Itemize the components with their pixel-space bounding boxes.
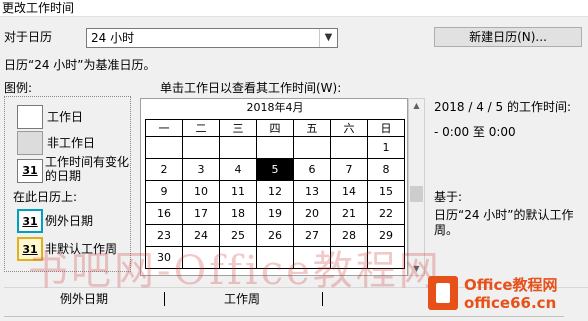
- calendar-empty-cell: [219, 136, 257, 159]
- calendar-for-label: 对于日历: [4, 30, 53, 44]
- calendar-day[interactable]: 26: [256, 224, 294, 247]
- calendar-day[interactable]: 29: [367, 224, 405, 247]
- calendar-day[interactable]: 12: [256, 180, 294, 203]
- on-this-calendar-label: 在此日历上:: [13, 190, 78, 204]
- scroll-thumb[interactable]: [410, 186, 423, 202]
- window-title: 更改工作时间: [2, 1, 75, 15]
- calendar-empty-cell: [219, 246, 257, 269]
- calendar-empty-cell: [256, 246, 294, 269]
- calendar-day[interactable]: 16: [145, 202, 183, 225]
- weekday-header: 四: [256, 119, 294, 137]
- calendar-day[interactable]: 15: [367, 180, 405, 203]
- calendar-empty-cell: [293, 246, 331, 269]
- tab-separator: [322, 292, 323, 306]
- calendar-day[interactable]: 13: [293, 180, 331, 203]
- weekday-header: 二: [182, 119, 220, 137]
- tab-work-weeks[interactable]: 工作周: [224, 291, 260, 307]
- working-day-swatch: [17, 105, 43, 129]
- calendar-day[interactable]: 2: [145, 158, 183, 181]
- calendar-day[interactable]: 14: [330, 180, 368, 203]
- calendar-day[interactable]: 10: [182, 180, 220, 203]
- calendar-empty-cell: [367, 246, 405, 269]
- calendar-day[interactable]: 8: [367, 158, 405, 181]
- legend-non-working-day: 非工作日: [47, 136, 96, 150]
- working-times-heading: 2018 / 4 / 5 的工作时间:: [434, 100, 572, 114]
- calendar-day[interactable]: 9: [145, 180, 183, 203]
- scroll-down-icon[interactable]: ▼: [409, 264, 424, 273]
- calendar-view[interactable]: 2018年4月 一二三四五六日 1 2 3 4 5 6 7 8 9 10 11 12 13 14 15 16 1…: [140, 98, 408, 276]
- calendar-empty-cell: [145, 136, 183, 159]
- weekday-header: 一: [145, 119, 183, 137]
- tab-exceptions[interactable]: 例外日期: [60, 291, 108, 307]
- based-on-text: 日历“24 小时”的默认工作周。: [434, 208, 574, 237]
- non-working-day-swatch: [17, 131, 43, 155]
- calendar-empty-cell: [330, 246, 368, 269]
- brand-line2: office66.cn: [464, 294, 557, 312]
- calendar-day[interactable]: 24: [182, 224, 220, 247]
- calendar-day[interactable]: 6: [293, 158, 331, 181]
- calendar-day[interactable]: 25: [219, 224, 257, 247]
- calendar-day[interactable]: 27: [293, 224, 331, 247]
- calendar-week-row: 9 10 11 12 13 14 15: [145, 180, 405, 203]
- month-title: 2018年4月: [246, 101, 304, 114]
- exception-date-swatch: 31: [17, 209, 43, 233]
- calendar-day[interactable]: 28: [330, 224, 368, 247]
- calendar-day[interactable]: 4: [219, 158, 257, 181]
- calendar-empty-cell: [256, 136, 294, 159]
- calendar-day[interactable]: 19: [256, 202, 294, 225]
- changed-hours-swatch: 31: [17, 159, 43, 183]
- calendar-week-row: 16 17 18 19 20 21 22: [145, 202, 405, 225]
- calendar-day[interactable]: 21: [330, 202, 368, 225]
- new-calendar-button[interactable]: 新建日历(N)...: [434, 27, 582, 47]
- weekday-header: 五: [293, 119, 331, 137]
- calendar-select[interactable]: 24 小时 ▼: [86, 28, 338, 48]
- calendar-week-row: 1: [145, 136, 405, 159]
- weekday-header: 三: [219, 119, 257, 137]
- calendar-day[interactable]: 20: [293, 202, 331, 225]
- calendar-week-row: 23 24 25 26 27 28 29: [145, 224, 405, 247]
- scroll-up-icon[interactable]: ▲: [409, 101, 424, 110]
- calendar-day[interactable]: 3: [182, 158, 220, 181]
- legend-title: 图例:: [4, 81, 33, 95]
- calendar-day[interactable]: 5: [256, 158, 294, 181]
- brand-logo: Office教程网 office66.cn: [428, 276, 588, 320]
- calendar-grid: 一二三四五六日 1 2 3 4 5 6 7 8 9 10 11 12 13 14 15 16 17 18 19 20 2…: [145, 119, 405, 269]
- title-bar: 更改工作时间: [0, 0, 588, 17]
- based-on-label: 基于:: [434, 190, 463, 204]
- calendar-day[interactable]: 17: [182, 202, 220, 225]
- calendar-day[interactable]: 1: [367, 136, 405, 159]
- legend-changed-hours: 工作时间有变化的日期: [45, 155, 130, 183]
- non-default-week-swatch: 31: [17, 237, 43, 261]
- calendar-empty-cell: [182, 246, 220, 269]
- calendar-day[interactable]: 7: [330, 158, 368, 181]
- calendar-empty-cell: [293, 136, 331, 159]
- chevron-down-icon[interactable]: ▼: [319, 29, 337, 47]
- calendar-day[interactable]: 11: [219, 180, 257, 203]
- calendar-empty-cell: [182, 136, 220, 159]
- weekday-header: 六: [330, 119, 368, 137]
- calendar-scrollbar[interactable]: ▲ ▼: [408, 98, 425, 276]
- legend-working-day: 工作日: [47, 110, 84, 124]
- brand-line1: Office教程网: [464, 276, 558, 294]
- calendar-day[interactable]: 18: [219, 202, 257, 225]
- calendar-instruction: 单击工作日以查看其工作时间(W):: [160, 81, 342, 95]
- calendar-day[interactable]: 30: [145, 246, 183, 269]
- legend-exception-date: 例外日期: [45, 214, 94, 228]
- legend-panel: 工作日 非工作日 31 工作时间有变化的日期 在此日历上: 31 例外日期 31…: [4, 96, 131, 272]
- calendar-select-value: 24 小时: [91, 31, 135, 45]
- calendar-empty-cell: [330, 136, 368, 159]
- base-calendar-note: 日历“24 小时”为基准日历。: [4, 58, 156, 72]
- working-times-value: - 0:00 至 0:00: [434, 125, 516, 139]
- tab-separator: [164, 292, 165, 306]
- legend-non-default-week: 非默认工作周: [45, 242, 118, 256]
- calendar-week-row: 2345678: [145, 158, 405, 181]
- calendar-day[interactable]: 23: [145, 224, 183, 247]
- weekday-header: 日: [367, 119, 405, 137]
- calendar-day[interactable]: 22: [367, 202, 405, 225]
- office-logo-icon: [428, 276, 458, 310]
- calendar-week-row: 30: [145, 246, 405, 269]
